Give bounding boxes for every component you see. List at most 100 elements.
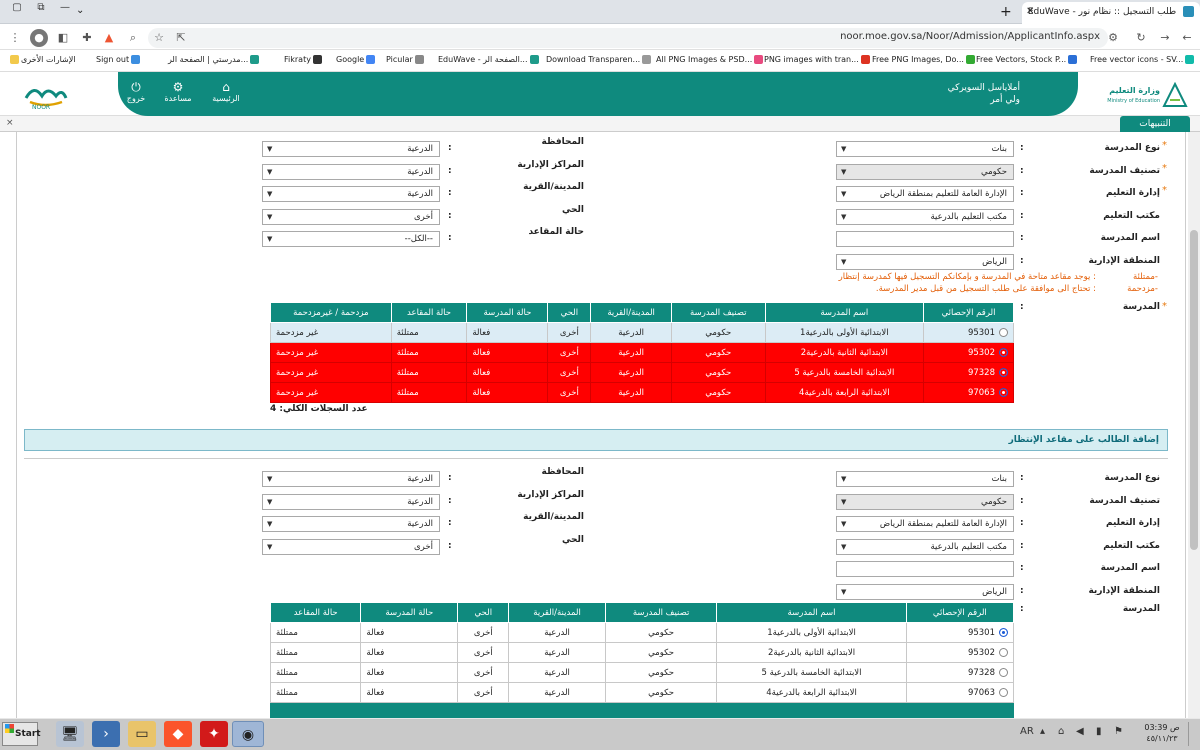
column-header[interactable]: اسم المدرسة	[764, 302, 925, 323]
computer-taskbar-icon[interactable]: 🖥	[56, 721, 84, 747]
school-radio[interactable]	[999, 347, 1008, 357]
field-select[interactable]: أخرى ▼	[262, 538, 440, 555]
field-select[interactable]: الإدارة العامة للتعليم بمنطقة الرياض ▼	[836, 186, 1014, 202]
language-indicator[interactable]: AR	[1020, 726, 1034, 737]
school-radio[interactable]	[999, 687, 1008, 697]
alerts-tab[interactable]: التنبيهات	[1120, 116, 1190, 132]
field-select[interactable]: الدرعية ▼	[262, 186, 440, 202]
cell-text: 97063	[967, 387, 995, 398]
restore-icon[interactable]: ⧉	[30, 0, 52, 16]
school-radio[interactable]	[999, 367, 1008, 377]
brave-rewards-icon[interactable]: ▲	[100, 29, 118, 47]
bookmark-eduwave[interactable]: EduWave - الصفحة الر...	[438, 55, 541, 64]
volume-icon[interactable]: ◀	[1076, 726, 1084, 737]
battery-icon[interactable]: ▮	[1096, 726, 1102, 737]
chevron-down-icon: ▼	[841, 587, 847, 596]
show-desktop-button[interactable]	[1188, 722, 1198, 746]
school-name-input[interactable]	[836, 231, 1014, 247]
help-button[interactable]: ⚙ مساعدة	[156, 80, 200, 103]
bookmark-freevectors[interactable]: Free Vectors, Stock P...	[976, 55, 1079, 64]
field-select[interactable]: الرياض ▼	[836, 583, 1014, 600]
field-select[interactable]: بنات ▼	[836, 141, 1014, 157]
column-header[interactable]: اسم المدرسة	[716, 602, 907, 623]
back-icon[interactable]: ←	[1178, 29, 1196, 47]
bookmark-vectoricons[interactable]: Free vector icons - SV...	[1090, 55, 1196, 64]
field-select[interactable]: مكتب التعليم بالدرعية ▼	[836, 208, 1014, 225]
scrollbar-thumb[interactable]	[1190, 230, 1198, 550]
bookmark-allpng[interactable]: All PNG Images & PSD...	[656, 55, 765, 64]
table-row[interactable]: 95302 الابتدائية الثانية بالدرعية2 حكومي ال…	[270, 342, 1014, 363]
school-radio[interactable]	[999, 327, 1008, 337]
school-radio[interactable]	[999, 647, 1008, 657]
field-select[interactable]: الدرعية ▼	[262, 163, 440, 180]
school-radio[interactable]	[999, 627, 1008, 637]
share-icon[interactable]: ⇱	[172, 29, 190, 47]
field-label: المراكز الإدارية	[517, 159, 584, 170]
close-alerts-icon[interactable]: ×	[6, 118, 14, 128]
table-row[interactable]: 97328 الابتدائية الخامسة بالدرعية 5 حكومي ا…	[270, 362, 1014, 383]
window-menu-icon[interactable]: ▢	[6, 0, 28, 16]
field-select[interactable]: مكتب التعليم بالدرعية ▼	[836, 538, 1014, 555]
extensions-icon[interactable]: ✚	[78, 29, 96, 47]
notification-icon[interactable]: ⚑	[1114, 726, 1123, 737]
table-row[interactable]: 97328 الابتدائية الخامسة بالدرعية 5 حكومي ا…	[269, 662, 1015, 683]
site-info-icon[interactable]: ⚙	[1104, 29, 1122, 47]
reload-icon[interactable]: ↻	[1132, 29, 1150, 47]
new-tab-button[interactable]: +	[1000, 4, 1012, 20]
waitlist-panel-header[interactable]: إضافة الطالب على مقاعد الإنتظار	[24, 429, 1168, 451]
school-radio[interactable]	[999, 667, 1008, 677]
logout-button[interactable]: ⏻ خروج	[114, 80, 158, 103]
field-select[interactable]: أخرى ▼	[262, 208, 440, 225]
explorer-taskbar-icon[interactable]: ▭	[128, 721, 156, 747]
bookmark-picular[interactable]: Picular	[386, 55, 426, 64]
powershell-taskbar-icon[interactable]: ›	[92, 721, 120, 747]
bookmark-download[interactable]: Download Transparen...	[546, 55, 653, 64]
cell-text: الابتدائية الرابعة بالدرعية4	[766, 687, 857, 698]
school-radio[interactable]	[999, 387, 1008, 397]
browser-tab[interactable]: طلب التسجيل :: نظام نور - EduWave ✕	[1022, 2, 1200, 24]
forward-icon[interactable]: →	[1156, 29, 1174, 47]
acrobat-taskbar-icon[interactable]: ✦	[200, 721, 228, 747]
field-select[interactable]: الدرعية ▼	[262, 141, 440, 157]
table-row[interactable]: 95301 الابتدائية الأولى بالدرعية1 حكومي الد…	[269, 622, 1015, 643]
brave-taskbar-icon[interactable]: ◆	[164, 721, 192, 747]
tray-expand-icon[interactable]: ▴	[1040, 726, 1045, 737]
table-row[interactable]: 97063 الابتدائية الرابعة بالدرعية4 حكومي ال…	[270, 382, 1014, 403]
bookmark-google[interactable]: Google	[336, 55, 377, 64]
clock[interactable]: 03:39 ص ٤٥/١١/٢٣	[1142, 722, 1182, 744]
bookmark-star-icon[interactable]: ☆	[150, 29, 168, 47]
bookmark-madrasati[interactable]: مدرستي | الصفحة الر...	[168, 55, 261, 64]
bookmark-signout[interactable]: Sign out	[96, 55, 142, 64]
table-cell: فعالة	[466, 342, 549, 363]
bookmark-pngimages[interactable]: PNG images with tran...	[764, 55, 872, 64]
bookmark-fikraty[interactable]: Fikraty	[284, 55, 324, 64]
table-row[interactable]: 95301 الابتدائية الأولى بالدرعية1 حكومي الد…	[270, 322, 1014, 343]
menu-icon[interactable]: ⋮	[6, 29, 24, 47]
minimize-icon[interactable]: —	[54, 0, 76, 16]
close-tab-icon[interactable]: ✕	[1026, 2, 1034, 22]
tab-search-icon[interactable]: ⌄	[76, 5, 84, 16]
field-select[interactable]: الرياض ▼	[836, 253, 1014, 270]
table-row[interactable]: 95302 الابتدائية الثانية بالدرعية2 حكومي ال…	[269, 642, 1015, 663]
side-panel-icon[interactable]: ◧	[54, 29, 72, 47]
bookmark-other[interactable]: الإشارات الأخرى	[8, 55, 76, 64]
network-icon[interactable]: ⌂	[1058, 726, 1064, 737]
table-cell: أخرى	[457, 642, 510, 663]
bookmark-freepng[interactable]: Free PNG Images, Do...	[872, 55, 977, 64]
field-select[interactable]: الدرعية ▼	[262, 471, 440, 487]
field-select[interactable]: الدرعية ▼	[262, 493, 440, 510]
cell-text: غير مزدحمة	[276, 327, 319, 338]
zoom-icon[interactable]: ⌕	[124, 29, 142, 47]
column-header: تصنيف المدرسة	[671, 302, 766, 323]
chrome-taskbar-icon[interactable]: ◉	[232, 721, 264, 747]
field-select[interactable]: --الكل-- ▼	[262, 231, 440, 247]
table-row[interactable]: 97063 الابتدائية الرابعة بالدرعية4 حكومي ال…	[269, 682, 1015, 703]
field-select[interactable]: الإدارة العامة للتعليم بمنطقة الرياض ▼	[836, 516, 1014, 532]
chevron-down-icon: ▼	[841, 475, 847, 483]
avatar[interactable]: ●	[30, 29, 48, 47]
school-name-input[interactable]	[836, 561, 1014, 577]
field-select[interactable]: الدرعية ▼	[262, 516, 440, 532]
field-select[interactable]: بنات ▼	[836, 471, 1014, 487]
home-button[interactable]: ⌂ الرئيسية	[204, 80, 248, 103]
url-text[interactable]: noor.moe.gov.sa/Noor/Admission/Applicant…	[720, 31, 1100, 42]
